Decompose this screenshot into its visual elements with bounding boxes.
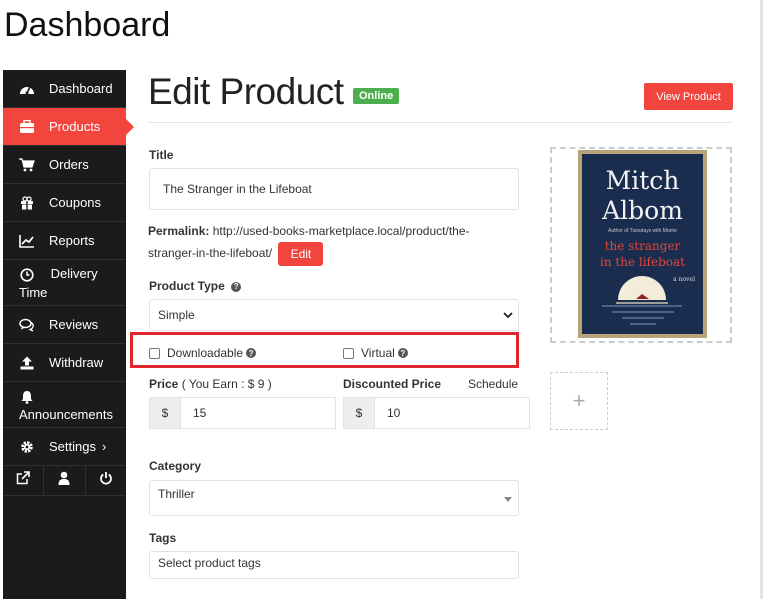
price-input[interactable]: 15 xyxy=(181,406,206,420)
currency-prefix: $ xyxy=(150,398,181,428)
price-label-text: Price xyxy=(149,377,179,391)
gear-icon xyxy=(19,439,35,455)
virtual-label: Virtual xyxy=(361,346,395,360)
page-heading: Dashboard xyxy=(4,6,171,44)
book-cover: Mitch Albom Author of Tuesdays with Morr… xyxy=(582,154,703,334)
sidebar-item-label: Orders xyxy=(49,157,89,172)
product-type-value: Simple xyxy=(158,308,195,322)
downloadable-checkbox-box[interactable] xyxy=(149,347,160,359)
briefcase-icon xyxy=(19,119,35,135)
sidebar-item-label-line2: Time xyxy=(19,284,48,300)
currency-prefix: $ xyxy=(344,398,375,428)
sidebar-item-announcements[interactable]: Announcements xyxy=(3,382,126,428)
price-input-group: $ 15 xyxy=(149,397,336,429)
price-earn-text: ( You Earn : $ 9 ) xyxy=(181,377,272,391)
permalink: Permalink: http://used-books-marketplace… xyxy=(148,221,498,266)
chevron-down-icon xyxy=(502,309,514,324)
sidebar-item-delivery-time[interactable]: Delivery Time xyxy=(3,260,126,306)
permalink-label: Permalink: xyxy=(148,224,210,238)
header-divider xyxy=(148,122,732,123)
discounted-price-input[interactable]: 10 xyxy=(375,406,400,420)
view-product-button[interactable]: View Product xyxy=(644,83,733,110)
book-cover-image: Mitch Albom Author of Tuesdays with Morr… xyxy=(578,150,707,338)
comments-icon xyxy=(19,317,35,333)
sidebar-item-reports[interactable]: Reports xyxy=(3,222,126,260)
sidebar-item-products[interactable]: Products xyxy=(3,108,134,146)
sidebar-item-dashboard[interactable]: Dashboard xyxy=(3,70,126,108)
help-icon[interactable]: ? xyxy=(231,281,242,292)
title-label: Title xyxy=(149,148,174,162)
discounted-price-label: Discounted Price xyxy=(343,377,442,391)
sidebar-item-label: Reviews xyxy=(49,317,99,332)
power-icon xyxy=(99,471,113,490)
sidebar-item-label: Announcements xyxy=(19,406,113,422)
book-author-credit: Author of Tuesdays with Morrie xyxy=(608,228,677,234)
sidebar-item-label: Products xyxy=(49,119,101,134)
tags-input[interactable]: Select product tags xyxy=(149,551,519,579)
external-link-icon xyxy=(16,471,30,490)
cart-icon xyxy=(19,157,35,173)
profile-button[interactable] xyxy=(44,466,86,495)
bell-icon xyxy=(19,389,35,405)
help-icon[interactable]: ? xyxy=(397,348,408,358)
tags-label: Tags xyxy=(149,531,177,545)
category-select[interactable]: Thriller xyxy=(149,480,519,516)
schedule-link[interactable]: Schedule xyxy=(468,377,518,391)
caret-down-icon xyxy=(504,492,512,506)
category-label: Category xyxy=(149,459,202,473)
gift-icon xyxy=(19,195,35,211)
permalink-edit-button[interactable]: Edit xyxy=(278,242,324,266)
product-type-label-text: Product Type xyxy=(149,279,225,293)
book-author-line1: Mitch xyxy=(605,166,680,195)
status-badge: Online xyxy=(353,88,400,104)
sidebar: Dashboard Products Orders Coupons Report… xyxy=(3,70,134,599)
upload-icon xyxy=(19,355,35,371)
help-icon[interactable]: ? xyxy=(246,348,257,358)
clock-icon xyxy=(19,267,35,283)
discounted-price-input-group: $ 10 xyxy=(343,397,530,429)
sidebar-item-withdraw[interactable]: Withdraw xyxy=(3,344,126,382)
book-title-line2: in the lifeboat xyxy=(600,255,685,269)
virtual-checkbox-box[interactable] xyxy=(343,347,354,359)
book-author-line2: Albom xyxy=(602,196,683,225)
sidebar-item-label: Withdraw xyxy=(49,355,104,370)
sidebar-bottom-bar xyxy=(3,466,126,496)
sidebar-item-settings[interactable]: Settings › xyxy=(3,428,126,466)
price-label: Price ( You Earn : $ 9 ) xyxy=(149,377,272,391)
sidebar-item-reviews[interactable]: Reviews xyxy=(3,306,126,344)
visit-store-button[interactable] xyxy=(3,466,45,495)
product-image-frame[interactable]: Mitch Albom Author of Tuesdays with Morr… xyxy=(550,147,732,343)
user-icon xyxy=(58,471,70,490)
sidebar-item-coupons[interactable]: Coupons xyxy=(3,184,126,222)
sidebar-item-label: Delivery xyxy=(50,266,98,281)
product-type-select[interactable]: Simple xyxy=(149,299,519,331)
downloadable-checkbox[interactable]: Downloadable ? xyxy=(149,346,257,360)
page-title: Edit Product xyxy=(148,71,344,112)
sidebar-item-label: Dashboard xyxy=(49,81,113,96)
speedometer-icon xyxy=(19,81,35,97)
downloadable-label: Downloadable xyxy=(167,346,244,360)
sidebar-item-orders[interactable]: Orders xyxy=(3,146,126,184)
book-title-line1: the stranger xyxy=(604,239,681,253)
logout-button[interactable] xyxy=(86,466,126,495)
add-image-button[interactable]: + xyxy=(550,372,608,430)
sidebar-item-label: Settings xyxy=(49,439,96,454)
chevron-right-icon: › xyxy=(101,439,107,454)
moon-illustration xyxy=(602,276,682,325)
line-chart-icon xyxy=(19,233,35,249)
product-type-label: Product Type ? xyxy=(149,279,242,293)
sidebar-item-label: Coupons xyxy=(49,195,102,210)
virtual-checkbox[interactable]: Virtual ? xyxy=(343,346,408,360)
category-value: Thriller xyxy=(158,487,195,501)
title-input[interactable]: The Stranger in the Lifeboat xyxy=(149,168,519,210)
sidebar-item-label: Reports xyxy=(49,233,95,248)
